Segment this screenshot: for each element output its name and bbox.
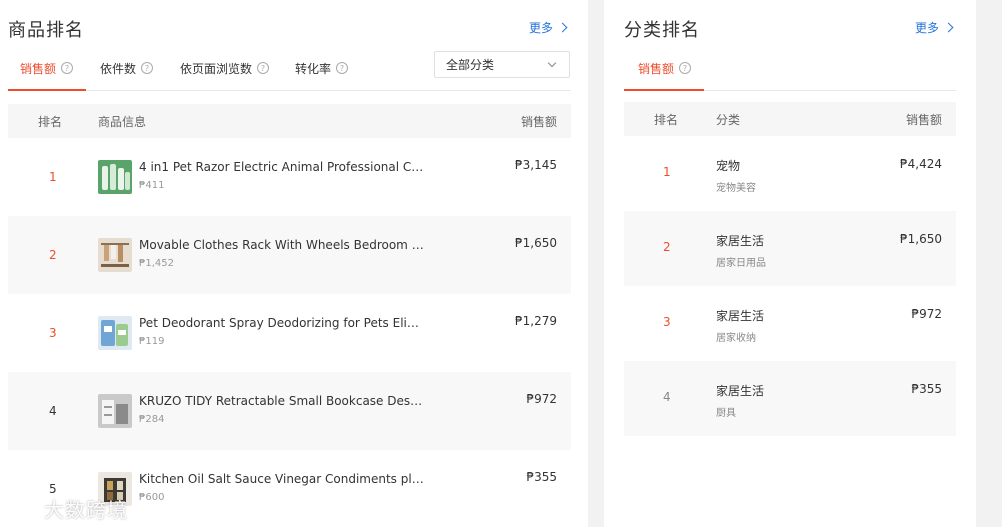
table-row[interactable]: 2 Movable Clothes Rack With Wheels Bedro… — [8, 216, 571, 294]
table-row[interactable]: 4 KRUZO TIDY Retractable Small Bookcase … — [8, 372, 571, 450]
row-sales: ₱972 — [526, 392, 557, 406]
category-ranking-tabs: 销售额 ? — [624, 48, 956, 91]
row-rank: 2 — [49, 248, 57, 262]
row-sales: ₱1,650 — [900, 232, 942, 246]
product-name[interactable]: Pet Deodorant Spray Deodorizing for Pets… — [139, 316, 424, 330]
table-row[interactable]: 3 Pet Deodorant Spray Deodorizing for Pe… — [8, 294, 571, 372]
product-price: ₱119 — [139, 336, 165, 347]
more-label: 更多 — [914, 21, 939, 35]
help-icon[interactable]: ? — [336, 62, 349, 74]
product-thumbnail[interactable] — [98, 160, 132, 194]
product-price: ₱600 — [139, 492, 165, 503]
subcategory-name: 居家日用品 — [716, 258, 766, 269]
tab-sales[interactable]: 销售额 ? — [638, 58, 692, 78]
row-rank: 1 — [663, 165, 671, 179]
help-icon[interactable]: ? — [679, 62, 692, 74]
tab-units[interactable]: 依件数 ? — [100, 58, 154, 78]
category-name[interactable]: 家居生活 — [716, 232, 764, 249]
chevron-right-icon — [557, 22, 568, 33]
column-rank: 排名 — [654, 113, 679, 127]
watermark: 大数跨境 — [8, 494, 128, 523]
category-table-header: 排名 分类 销售额 — [624, 102, 956, 136]
product-price: ₱284 — [139, 414, 165, 425]
product-price: ₱1,452 — [139, 258, 174, 269]
tab-conversion-rate[interactable]: 转化率 ? — [295, 58, 349, 78]
product-name[interactable]: Movable Clothes Rack With Wheels Bedroom… — [139, 238, 424, 252]
column-sales: 销售额 — [905, 113, 942, 127]
product-thumbnail[interactable] — [98, 394, 132, 428]
column-rank: 排名 — [38, 115, 63, 129]
product-price: ₱411 — [139, 180, 165, 191]
row-rank: 3 — [49, 326, 57, 340]
row-rank: 4 — [49, 404, 57, 418]
category-ranking-card: 分类排名 更多 销售额 ? 排名 分类 销售额 1 宠物 宠物美容 ₱4,424… — [604, 0, 976, 527]
row-rank: 3 — [663, 315, 671, 329]
watermark-text: 大数跨境 — [44, 498, 128, 522]
category-name[interactable]: 宠物 — [716, 157, 740, 174]
row-sales: ₱355 — [911, 382, 942, 396]
subcategory-name: 宠物美容 — [716, 183, 756, 194]
row-sales: ₱4,424 — [900, 157, 942, 171]
row-sales: ₱3,145 — [515, 158, 557, 172]
row-sales: ₱355 — [526, 470, 557, 484]
tab-label: 销售额 — [638, 61, 675, 76]
table-row[interactable]: 1 4 in1 Pet Razor Electric Animal Profes… — [8, 138, 571, 216]
more-label: 更多 — [528, 21, 553, 35]
column-sales: 销售额 — [520, 115, 557, 129]
row-sales: ₱1,279 — [515, 314, 557, 328]
watermark-logo-icon — [9, 500, 37, 517]
table-row[interactable]: 3 家居生活 居家收纳 ₱972 — [624, 286, 956, 361]
row-rank: 4 — [663, 390, 671, 404]
row-sales: ₱1,650 — [515, 236, 557, 250]
help-icon[interactable]: ? — [61, 62, 74, 74]
column-product-info: 商品信息 — [98, 115, 147, 129]
product-name[interactable]: KRUZO TIDY Retractable Small Bookcase De… — [139, 394, 424, 408]
product-name[interactable]: 4 in1 Pet Razor Electric Animal Professi… — [139, 160, 424, 174]
category-ranking-more-link[interactable]: 更多 — [914, 19, 954, 36]
table-row[interactable]: 1 宠物 宠物美容 ₱4,424 — [624, 136, 956, 211]
category-select[interactable]: 全部分类 — [434, 51, 570, 78]
subcategory-name: 厨具 — [716, 408, 736, 419]
category-name[interactable]: 家居生活 — [716, 307, 764, 324]
chevron-right-icon — [943, 22, 954, 33]
product-table-header: 排名 商品信息 销售额 — [8, 104, 571, 138]
category-ranking-title: 分类排名 — [624, 20, 700, 41]
tab-sales[interactable]: 销售额 ? — [20, 58, 74, 78]
category-name[interactable]: 家居生活 — [716, 382, 764, 399]
tab-label: 转化率 — [295, 61, 332, 76]
row-rank: 2 — [663, 240, 671, 254]
active-tab-underline — [8, 89, 86, 91]
active-tab-underline — [624, 89, 704, 91]
table-row[interactable]: 2 家居生活 居家日用品 ₱1,650 — [624, 211, 956, 286]
tab-page-views[interactable]: 依页面浏览数 ? — [180, 58, 270, 78]
product-thumbnail[interactable] — [98, 238, 132, 272]
product-ranking-title: 商品排名 — [8, 20, 84, 41]
help-icon[interactable]: ? — [257, 62, 270, 74]
row-sales: ₱972 — [911, 307, 942, 321]
tab-label: 销售额 — [20, 61, 57, 76]
tab-label: 依件数 — [100, 61, 137, 76]
column-category: 分类 — [716, 113, 741, 127]
chevron-down-icon — [547, 58, 557, 68]
category-select-value: 全部分类 — [446, 58, 495, 72]
product-ranking-card: 商品排名 更多 销售额 ? 依件数 ? 依页面浏览数 ? 转化率 ? 全部分类 … — [0, 0, 588, 527]
row-rank: 1 — [49, 170, 57, 184]
product-ranking-more-link[interactable]: 更多 — [528, 19, 568, 36]
table-row[interactable]: 4 家居生活 厨具 ₱355 — [624, 361, 956, 436]
product-name[interactable]: Kitchen Oil Salt Sauce Vinegar Condiment… — [139, 472, 424, 486]
tab-label: 依页面浏览数 — [180, 61, 253, 76]
subcategory-name: 居家收纳 — [716, 333, 756, 344]
product-thumbnail[interactable] — [98, 316, 132, 350]
help-icon[interactable]: ? — [141, 62, 154, 74]
